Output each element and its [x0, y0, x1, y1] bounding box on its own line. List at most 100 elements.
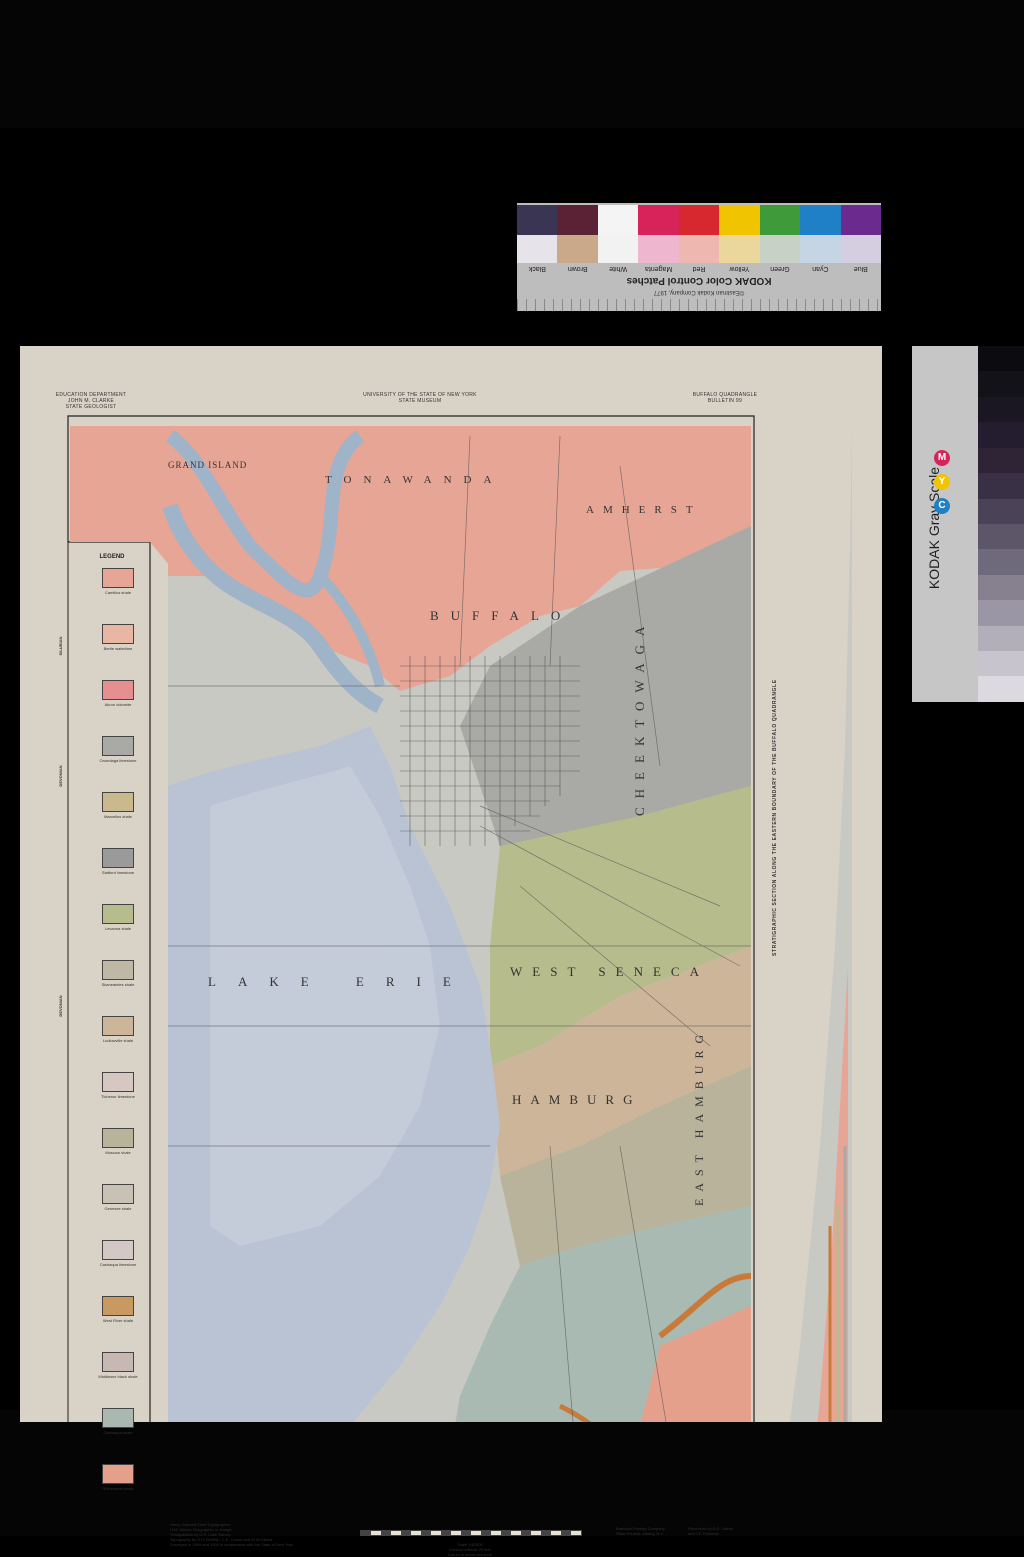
- gray-step: [978, 498, 1024, 524]
- footer-center: Scale 1/62500 Contour interval 20 feet D…: [448, 1542, 492, 1557]
- legend-label: Tichenor limestone: [101, 1094, 135, 1099]
- color-patch-bottom: [759, 235, 801, 263]
- gray-step: [978, 651, 1024, 677]
- color-patch-top: [517, 205, 558, 235]
- color-patch-label: Black: [528, 265, 546, 272]
- gray-step: [978, 371, 1024, 397]
- legend-label: Akron dolomite: [104, 702, 132, 707]
- color-patch-bottom: [678, 235, 720, 263]
- gray-step: [978, 396, 1024, 423]
- color-patch-bottom: [638, 235, 679, 263]
- color-patch-top: [759, 205, 801, 235]
- legend-swatch: [102, 1184, 134, 1204]
- color-patch-top: [840, 205, 881, 235]
- place-hamburg: HAMBURG: [512, 1092, 642, 1107]
- place-grand-island: GRAND ISLAND: [168, 460, 248, 470]
- legend-swatch: [102, 736, 134, 756]
- color-patch-bottom: [557, 235, 598, 263]
- top-black-band: [0, 0, 1024, 128]
- legend-swatch: [102, 680, 134, 700]
- legend-label: Levanna shale: [104, 926, 132, 931]
- legend-swatch: [102, 1464, 134, 1484]
- gray-scale-title: KODAK Gray Scale: [926, 466, 942, 590]
- bottom-black-band: [0, 1410, 1024, 1536]
- yellow-marker: Y: [934, 474, 950, 490]
- color-patch-top: [597, 205, 639, 235]
- color-patch-label: Magenta: [644, 265, 673, 272]
- gray-step: [978, 676, 1024, 702]
- color-patches-top: [517, 205, 881, 235]
- legend-era-label: DEVONIAN: [58, 765, 63, 787]
- color-patch-label: Cyan: [812, 265, 829, 272]
- color-patch-labels: Blue Cyan Green Yellow Red Magenta White Brown B…: [517, 265, 881, 272]
- gray-step: [978, 549, 1024, 575]
- cyan-marker: C: [934, 498, 950, 514]
- legend-swatch: [102, 1072, 134, 1092]
- legend-swatch: [102, 792, 134, 812]
- color-patch-top: [638, 205, 679, 235]
- legend-label: Rhinestreet shale: [102, 1486, 134, 1491]
- legend-label: West River shale: [102, 1318, 134, 1323]
- footer-left: Henry Gannett Chief Topographer H.M. Wil…: [170, 1522, 293, 1547]
- color-patch-bottom: [597, 235, 639, 263]
- legend-swatch: [102, 1128, 134, 1148]
- gray-step: [978, 523, 1024, 550]
- ruler-scale: [517, 299, 881, 311]
- color-strip-title: KODAK Color Control Patches: [626, 275, 772, 286]
- color-patch-bottom: [719, 235, 760, 263]
- color-patch-label: Blue: [853, 265, 868, 272]
- kodak-color-control-strip: Blue Cyan Green Yellow Red Magenta White Brown B…: [517, 203, 881, 311]
- place-lake-erie: LAKE ERIE: [208, 974, 473, 989]
- place-west-seneca: WEST SENECA: [510, 964, 709, 979]
- legend-swatch: [102, 848, 134, 868]
- legend-label: Skaneateles shale: [101, 982, 135, 987]
- legend-era-label: DEVONIAN: [58, 995, 63, 1017]
- legend-swatch: [102, 1352, 134, 1372]
- place-buffalo: BUFFALO: [430, 608, 573, 623]
- place-cheektowaga: CHEEKTOWAGA: [632, 617, 647, 816]
- legend-title: LEGEND: [99, 554, 125, 560]
- section-title: STRATIGRAPHIC SECTION ALONG THE EASTERN …: [772, 679, 778, 956]
- color-patch-bottom: [840, 235, 881, 263]
- legend-swatch: [102, 1240, 134, 1260]
- color-patches-bottom: [517, 235, 881, 263]
- footer-right: Field work by D.D. Luther and J.F. Pohlm…: [688, 1526, 734, 1536]
- legend-label: Middlesex black shale: [98, 1374, 138, 1379]
- gray-steps: [978, 346, 1024, 702]
- legend-label: Marcellus shale: [104, 814, 132, 819]
- color-patch-label: Yellow: [729, 265, 750, 272]
- color-patch-label: Red: [692, 265, 706, 272]
- geologic-map: [67, 415, 852, 1422]
- gray-step: [978, 447, 1024, 474]
- gray-step: [978, 422, 1024, 448]
- gray-step: [978, 574, 1024, 601]
- gray-step: [978, 625, 1024, 652]
- legend-swatch: [102, 1408, 134, 1428]
- color-patch-bottom: [800, 235, 841, 263]
- legend-label: Stafford limestone: [101, 870, 135, 875]
- legend-label: Cashaqua shale: [103, 1430, 133, 1435]
- color-strip-copyright: ©Eastman Kodak Company, 1977: [653, 289, 745, 295]
- legend-swatch: [102, 904, 134, 924]
- gray-step: [978, 600, 1024, 626]
- gray-step: [978, 473, 1024, 499]
- color-patch-top: [800, 205, 841, 235]
- legend-swatch: [102, 960, 134, 980]
- kodak-gray-scale: KODAK Gray Scale C Y M: [912, 346, 1024, 702]
- legend-swatch: [102, 624, 134, 644]
- map-sheet: EDUCATION DEPARTMENT JOHN M. CLARKE STAT…: [20, 346, 882, 1557]
- legend-label: Moscow shale: [105, 1150, 131, 1155]
- legend-era-label: SILURIAN: [58, 636, 63, 656]
- color-patch-top: [557, 205, 598, 235]
- place-east-hamburg: EAST HAMBURG: [692, 1027, 706, 1206]
- legend-swatch: [102, 1016, 134, 1036]
- scale-bar: [360, 1530, 582, 1536]
- legend-swatch: [102, 1296, 134, 1316]
- legend-label: Onondaga limestone: [99, 758, 137, 763]
- color-patch-top: [719, 205, 760, 235]
- color-patch-label: Green: [770, 265, 790, 272]
- color-patch-bottom: [517, 235, 558, 263]
- legend-label: Camillus shale: [104, 590, 131, 595]
- color-patch-label: White: [609, 265, 628, 272]
- color-patch-top: [678, 205, 720, 235]
